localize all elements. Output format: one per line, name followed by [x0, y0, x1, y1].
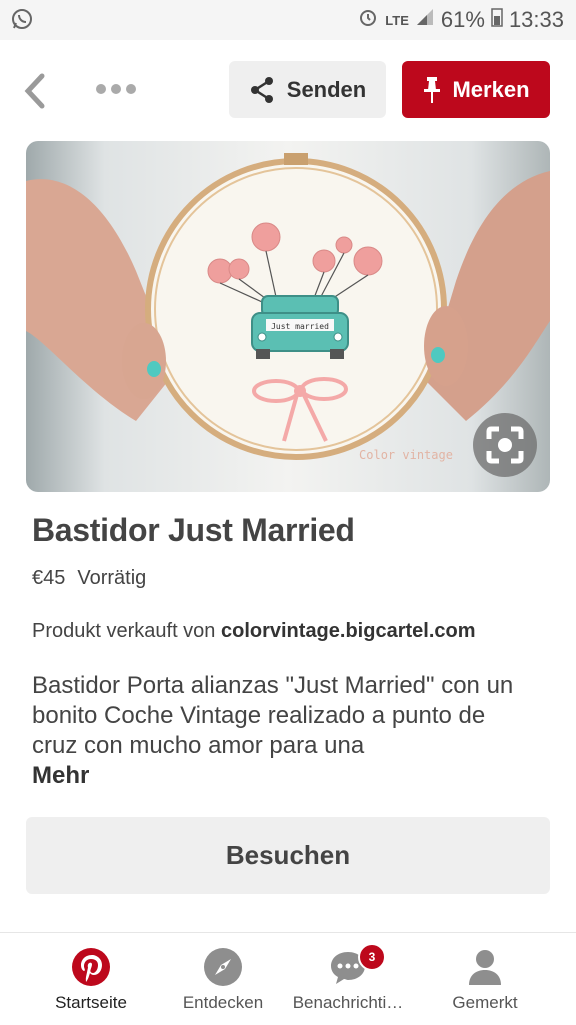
pin-image[interactable]: Just married Color vintage	[26, 141, 550, 492]
person-icon	[469, 950, 501, 985]
pinterest-icon	[72, 948, 110, 986]
compass-icon	[204, 948, 242, 986]
signal-icon	[415, 7, 435, 33]
alarm-icon	[357, 6, 379, 34]
nav-saved[interactable]: Gemerkt	[413, 933, 557, 1025]
description-text: Bastidor Porta alianzas "Just Married" c…	[32, 672, 514, 759]
notification-badge: 3	[358, 943, 386, 971]
seller-info: Produkt verkauft von colorvintage.bigcar…	[32, 620, 476, 643]
image-watermark: Color vintage	[359, 448, 453, 462]
svg-text:Just married: Just married	[271, 322, 329, 331]
share-icon	[250, 76, 273, 103]
pin-header: Senden Merken	[0, 40, 576, 140]
chevron-left-icon	[24, 73, 45, 109]
pin-title: Bastidor Just Married	[32, 512, 355, 548]
nav-saved-label: Gemerkt	[452, 993, 518, 1012]
stock-status: Vorrätig	[77, 567, 147, 589]
nav-home[interactable]: Startseite	[19, 933, 163, 1025]
network-type: LTE	[385, 12, 409, 28]
price: €45	[32, 567, 66, 589]
battery-percent: 61%	[440, 7, 485, 32]
save-label: Merken	[452, 76, 530, 102]
price-row: €45 Vorrätig	[32, 567, 146, 590]
pushpin-icon	[424, 76, 441, 103]
visit-button[interactable]: Besuchen	[26, 817, 550, 894]
pin-description: Bastidor Porta alianzas "Just Married" c…	[32, 671, 522, 791]
status-bar: LTE 61% 13:33	[0, 0, 576, 40]
embroidery-hoop-photo: Just married Color vintage	[26, 141, 550, 492]
send-label: Senden	[286, 76, 367, 102]
lens-crop-icon	[486, 426, 524, 464]
more-options-button[interactable]	[94, 80, 138, 98]
nav-explore-label: Entdecken	[182, 993, 264, 1012]
seller-link[interactable]: colorvintage.bigcartel.com	[221, 620, 476, 642]
clock: 13:33	[508, 7, 564, 32]
whatsapp-icon	[10, 7, 34, 37]
save-button[interactable]: Merken	[402, 61, 550, 118]
nav-notifications-label: Benachrichti…	[292, 993, 404, 1012]
nav-home-label: Startseite	[55, 993, 127, 1012]
seller-prefix: Produkt verkauft von	[32, 620, 221, 642]
nav-explore[interactable]: Entdecken	[151, 933, 295, 1025]
send-button[interactable]: Senden	[229, 61, 386, 118]
battery-icon	[491, 7, 503, 33]
nav-notifications[interactable]: 3 Benachrichti…	[276, 933, 420, 1025]
back-button[interactable]	[20, 72, 52, 110]
visual-search-button[interactable]	[473, 413, 537, 477]
ellipsis-icon	[96, 84, 136, 94]
bottom-nav: Startseite Entdecken 3 Benachrichti… Gem…	[0, 932, 576, 1025]
more-link[interactable]: Mehr	[32, 761, 522, 791]
